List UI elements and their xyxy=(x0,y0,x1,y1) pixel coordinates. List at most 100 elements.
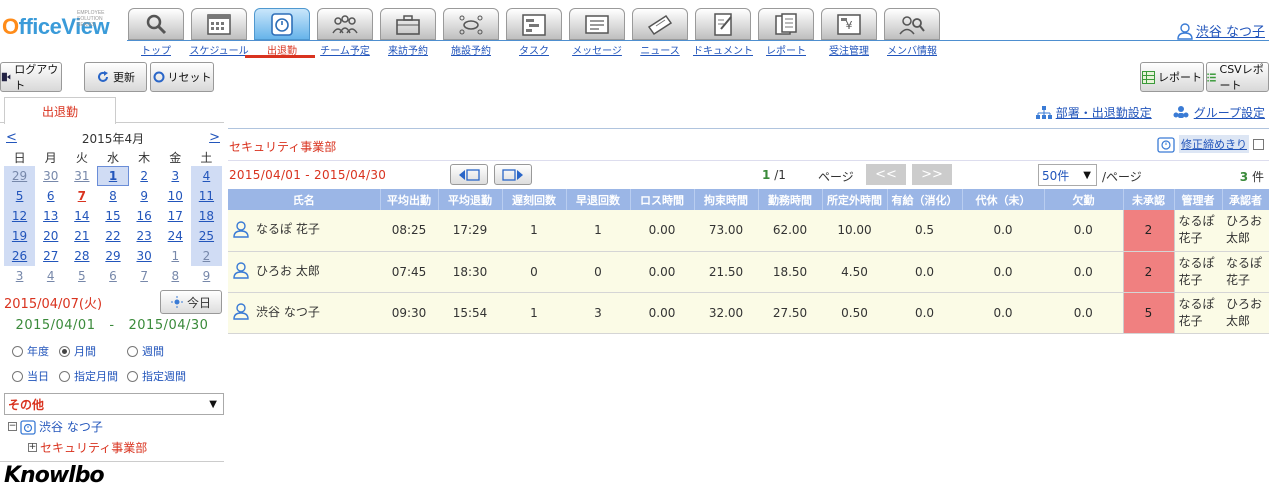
logout-button[interactable]: ログアウト xyxy=(0,62,62,92)
calendar-day[interactable]: 1 xyxy=(160,246,191,266)
employee-link[interactable]: なるぽ 花子 xyxy=(232,220,320,238)
attendance-table: 氏名 平均出勤 平均退勤 遅刻回数 早退回数 ロス時間 拘束時間 勤務時間 所定外時間 有給（消化… xyxy=(228,189,1269,334)
column-header: 拘束時間 xyxy=(694,189,759,210)
collapse-icon[interactable]: − xyxy=(8,422,17,431)
employee-link[interactable]: ひろお 太郎 xyxy=(232,261,320,279)
cell-comp: 0.0 xyxy=(962,251,1044,293)
calendar-day[interactable]: 17 xyxy=(160,206,191,226)
pending-approval-cell[interactable]: 2 xyxy=(1122,251,1175,293)
calendar-day[interactable]: 7 xyxy=(66,186,97,206)
calendar-day[interactable]: 9 xyxy=(129,186,160,206)
radio-specified-month[interactable]: 指定月間 xyxy=(59,368,118,384)
tab-attendance[interactable]: 出退勤 xyxy=(4,97,116,124)
refresh-button[interactable]: 更新 xyxy=(84,62,147,92)
calendar-day[interactable]: 23 xyxy=(129,226,160,246)
calendar-day[interactable]: 8 xyxy=(97,186,128,206)
per-page-select[interactable]: 50件 ▼ xyxy=(1038,164,1097,186)
today-button[interactable]: 今日 xyxy=(160,290,222,314)
first-page-button[interactable]: << xyxy=(866,164,906,185)
calendar-day[interactable]: 5 xyxy=(66,266,97,286)
radio-today[interactable]: 当日 xyxy=(12,368,49,384)
expand-icon[interactable]: + xyxy=(28,443,37,452)
tree-user-node[interactable]: − 渋谷 なつ子 xyxy=(8,418,103,435)
dept-settings-link[interactable]: 部署・出退勤設定 xyxy=(1035,104,1152,121)
calendar-day[interactable]: 26 xyxy=(4,246,36,266)
radio-fiscal-year[interactable]: 年度 xyxy=(12,343,49,359)
cell-loss: 0.00 xyxy=(630,292,694,334)
report-button[interactable]: レポート xyxy=(1140,62,1204,92)
cell-paid: 0.0 xyxy=(887,292,962,334)
calendar-day[interactable]: 31 xyxy=(66,166,97,186)
calendar-day[interactable]: 2 xyxy=(190,246,222,266)
page-indicator: 1 /1 xyxy=(762,168,786,182)
radio-weekly[interactable]: 週間 xyxy=(127,343,164,359)
prev-period-button[interactable] xyxy=(450,164,488,185)
employee-name: ひろお 太郎 xyxy=(256,263,320,278)
pending-approval-cell[interactable]: 2 xyxy=(1122,210,1175,252)
chevron-down-icon: ▼ xyxy=(1083,169,1091,181)
selected-date: 2015/04/07(火) xyxy=(4,297,103,312)
radio-specified-week[interactable]: 指定週間 xyxy=(127,368,186,384)
calendar-day[interactable]: 14 xyxy=(66,206,97,226)
refresh-icon xyxy=(98,71,108,82)
calendar-day[interactable]: 1 xyxy=(97,166,129,186)
team-icon xyxy=(317,8,373,40)
calendar-day[interactable]: 7 xyxy=(129,266,160,286)
calendar-day[interactable]: 6 xyxy=(97,266,128,286)
calendar-day[interactable]: 29 xyxy=(97,246,128,266)
calendar-day[interactable]: 10 xyxy=(160,186,191,206)
calendar-day[interactable]: 18 xyxy=(190,206,222,226)
user-name: 渋谷 なつ子 xyxy=(1195,25,1265,40)
next-period-button[interactable] xyxy=(494,164,532,185)
lock-edit-toggle[interactable]: 修正締めきり xyxy=(1157,135,1264,153)
column-header: 代休（未） xyxy=(962,189,1045,210)
calendar-day[interactable]: 28 xyxy=(66,246,97,266)
user-profile-link[interactable]: 渋谷 なつ子 xyxy=(1176,21,1265,40)
calendar-day[interactable]: 12 xyxy=(4,206,36,226)
calendar-day[interactable]: 5 xyxy=(4,186,36,206)
employee-link[interactable]: 渋谷 なつ子 xyxy=(232,302,320,320)
calendar-day[interactable]: 11 xyxy=(190,186,222,206)
section-divider xyxy=(228,128,1269,129)
calendar-day[interactable]: 22 xyxy=(97,226,128,246)
reset-button[interactable]: リセット xyxy=(150,62,214,92)
officeview-logo[interactable]: OfficeView EMPLOYEE SOLUTION SERIES xyxy=(2,10,110,40)
calendar-day[interactable]: 25 xyxy=(190,226,222,246)
weekday-header: 日 xyxy=(13,150,26,165)
calendar-day[interactable]: 6 xyxy=(35,186,66,206)
calendar-day[interactable]: 21 xyxy=(66,226,97,246)
calendar-day[interactable]: 4 xyxy=(35,266,66,286)
cell-manager: なるぽ花子 xyxy=(1174,251,1222,293)
calendar-day[interactable]: 4 xyxy=(190,166,222,186)
radio-button xyxy=(127,370,138,382)
calendar-day[interactable]: 19 xyxy=(4,226,36,246)
calendar-day[interactable]: 2 xyxy=(129,166,160,186)
calendar-day[interactable]: 3 xyxy=(160,166,191,186)
calendar-day[interactable]: 16 xyxy=(129,206,160,226)
nav-tab-member-search[interactable]: メンバ情報 xyxy=(883,8,943,57)
cell-overtime: 4.50 xyxy=(822,251,887,293)
calendar-day[interactable]: 27 xyxy=(35,246,66,266)
calendar-day[interactable]: 9 xyxy=(191,266,222,286)
calendar-day[interactable]: 13 xyxy=(35,206,66,226)
radio-monthly[interactable]: 月間 xyxy=(59,343,96,359)
calendar-day[interactable]: 24 xyxy=(160,226,191,246)
sidebar-divider xyxy=(0,461,224,462)
list-icon xyxy=(1207,72,1216,82)
calendar-day[interactable]: 8 xyxy=(160,266,191,286)
group-settings-link[interactable]: グループ設定 xyxy=(1172,104,1265,121)
calendar-day[interactable]: 30 xyxy=(35,166,66,186)
calendar-day[interactable]: 29 xyxy=(4,166,36,186)
cell-overtime: 10.00 xyxy=(822,210,887,252)
csv-report-button[interactable]: CSVレポート xyxy=(1206,62,1269,92)
group-select[interactable]: その他 ▼ xyxy=(4,393,224,415)
tree-dept-node[interactable]: + セキュリティ事業部 xyxy=(28,439,147,456)
calendar-day[interactable]: 3 xyxy=(4,266,35,286)
calendar-day[interactable]: 20 xyxy=(35,226,66,246)
pending-approval-cell[interactable]: 5 xyxy=(1122,292,1175,334)
next-month-link[interactable]: > xyxy=(209,130,220,145)
lock-checkbox[interactable] xyxy=(1253,138,1264,150)
calendar-day[interactable]: 15 xyxy=(97,206,128,226)
calendar-day[interactable]: 30 xyxy=(129,246,160,266)
last-page-button[interactable]: >> xyxy=(912,164,952,185)
